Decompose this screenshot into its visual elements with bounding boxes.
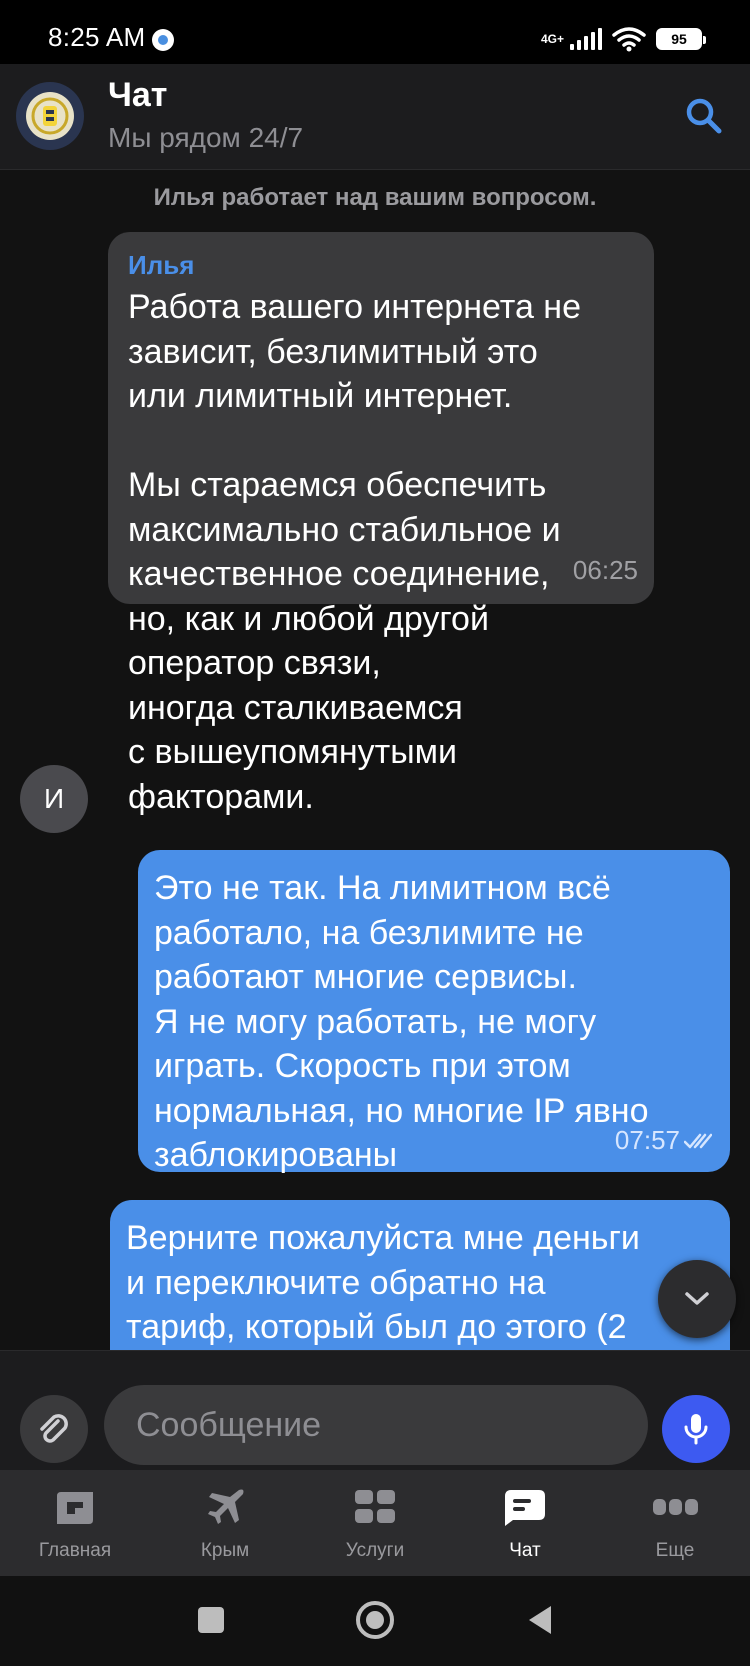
- network-type: 4G+: [540, 32, 564, 46]
- sender-name: Илья: [128, 250, 195, 280]
- outgoing-message[interactable]: Это не так. На лимитном всё работало, на…: [138, 850, 730, 1174]
- nav-label: Крым: [200, 1540, 250, 1561]
- voice-message-button[interactable]: [662, 1395, 730, 1463]
- nav-item-chat[interactable]: Чат: [450, 1470, 600, 1576]
- microphone-icon: [684, 1414, 708, 1445]
- message-text: Работа вашего интернета не зависит, безл…: [128, 288, 581, 816]
- triangle-back-icon: [529, 1606, 551, 1634]
- message-time: 06:25: [572, 555, 638, 585]
- circle-icon: [356, 1601, 394, 1639]
- page-subtitle: Мы рядом 24/7: [108, 122, 304, 153]
- nav-item-home[interactable]: Главная: [0, 1470, 150, 1576]
- chevron-down-icon: [685, 1292, 709, 1305]
- system-message: Илья работает над вашим вопросом.: [153, 184, 597, 211]
- signal-icon: [570, 28, 602, 50]
- avatar: И: [20, 765, 88, 833]
- chat-header: Чат Мы рядом 24/7: [0, 64, 750, 170]
- outgoing-message[interactable]: Верните пожалуйста мне деньги и переключ…: [110, 1200, 730, 1350]
- status-bar: 8:25 AM 4G+ 95: [0, 0, 750, 64]
- wifi-icon: [612, 27, 646, 52]
- status-time: 8:25 AM: [48, 22, 146, 52]
- message-time: 07:57: [614, 1125, 680, 1155]
- message-time-status: 07:57: [615, 1125, 712, 1156]
- home-system-button[interactable]: [353, 1598, 397, 1642]
- scroll-down-button[interactable]: [658, 1260, 736, 1338]
- bottom-navigation: Главная Крым Услуги Чат Еще: [0, 1470, 750, 1576]
- nav-label: Еще: [655, 1540, 695, 1561]
- nav-item-services[interactable]: Услуги: [300, 1470, 450, 1576]
- message-input[interactable]: Сообщение: [104, 1385, 648, 1465]
- nav-item-more[interactable]: Еще: [600, 1470, 750, 1576]
- nav-label: Услуги: [345, 1540, 405, 1561]
- home-icon: [57, 1492, 93, 1524]
- search-button[interactable]: [680, 92, 728, 140]
- more-icon: [653, 1499, 698, 1515]
- message-composer: Сообщение: [0, 1350, 750, 1470]
- double-check-icon: [684, 1133, 712, 1148]
- nav-item-crimea[interactable]: Крым: [150, 1470, 300, 1576]
- attach-button[interactable]: [20, 1395, 88, 1463]
- recents-button[interactable]: [189, 1598, 233, 1642]
- nav-label: Чат: [509, 1540, 541, 1561]
- notification-icon: [152, 29, 174, 51]
- chat-icon: [505, 1490, 545, 1526]
- status-indicators: 4G+ 95: [540, 24, 706, 54]
- bank-logo-icon: [16, 82, 84, 150]
- square-icon: [198, 1607, 224, 1633]
- system-navigation: [0, 1576, 750, 1666]
- grid-icon: [355, 1490, 395, 1523]
- message-text: Верните пожалуйста мне деньги и переключ…: [126, 1219, 640, 1346]
- chat-messages[interactable]: Илья работает над вашим вопросом. Илья Р…: [0, 170, 750, 1350]
- paperclip-icon: [40, 1414, 68, 1443]
- back-button[interactable]: [518, 1598, 562, 1642]
- nav-label: Главная: [38, 1540, 112, 1561]
- page-title: Чат: [108, 76, 168, 114]
- incoming-message[interactable]: Илья Работа вашего интернета не зависит,…: [108, 232, 654, 816]
- plane-icon: [208, 1489, 244, 1524]
- search-icon: [686, 98, 722, 134]
- battery-icon: 95: [656, 28, 706, 50]
- battery-level: 95: [671, 31, 687, 47]
